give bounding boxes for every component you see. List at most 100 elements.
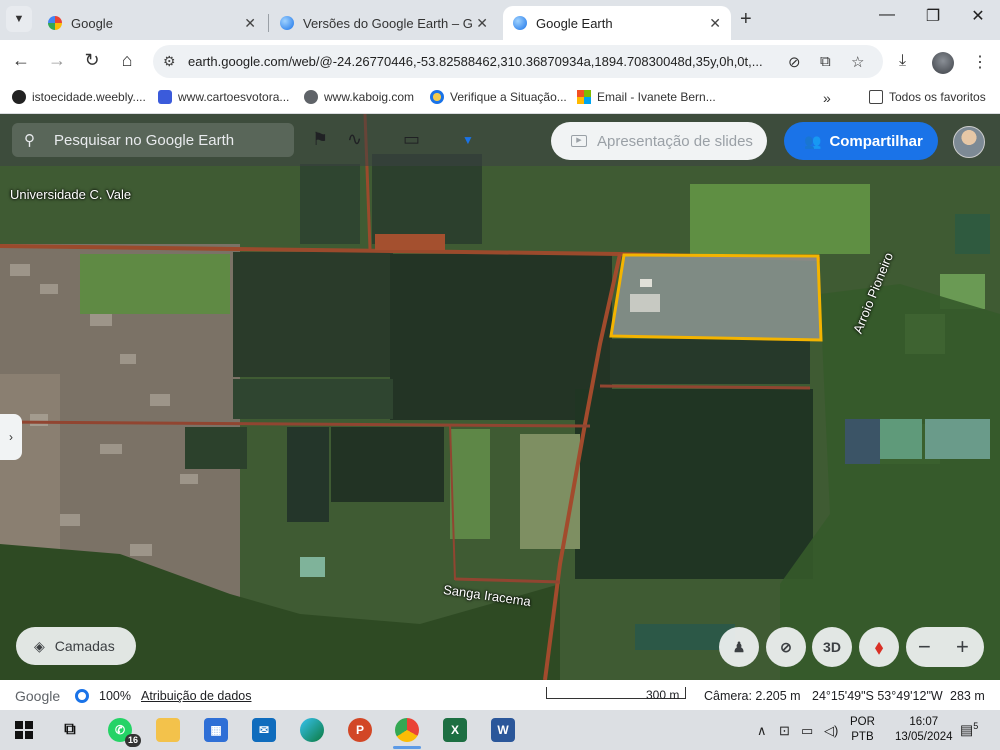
loading-ring-icon (75, 689, 89, 703)
task-view-button[interactable]: ⧉ (58, 718, 82, 742)
tray-chevron-icon[interactable]: ∧ (757, 723, 767, 739)
bookmark-item[interactable]: www.kaboig.com (304, 90, 414, 104)
earth-search-input[interactable]: ⚲ Pesquisar no Google Earth (12, 123, 294, 157)
close-icon[interactable]: ✕ (709, 15, 721, 32)
path-icon[interactable]: ∿ (347, 129, 362, 150)
minimize-button[interactable]: — (864, 6, 910, 24)
site-info-icon[interactable]: ⚙ (163, 53, 176, 70)
powerpoint-app[interactable]: P (348, 718, 372, 742)
all-bookmarks-label: Todos os favoritos (889, 90, 986, 104)
placemark-icon[interactable]: ⚑ (312, 129, 328, 150)
chevron-down-icon[interactable]: ▼ (462, 133, 474, 147)
bookmark-star-icon[interactable]: ☆ (851, 53, 864, 71)
all-bookmarks-button[interactable]: Todos os favoritos (869, 90, 986, 104)
weebly-icon (12, 90, 26, 104)
bookmark-item[interactable]: Verifique a Situação... (430, 90, 567, 104)
scale-label: 300 m (646, 688, 680, 702)
microsoft-icon (577, 90, 591, 104)
network-icon[interactable]: ▭ (801, 723, 813, 739)
active-app-indicator (393, 746, 421, 749)
bookmark-item[interactable]: www.cartoesvotora... (158, 90, 289, 104)
address-bar[interactable]: ⚙ earth.google.com/web/@-24.26770446,-53… (153, 45, 883, 78)
compass-off-icon: ⊘ (780, 638, 792, 655)
windows-taskbar: ⧉ ✆ 16 ▦ ✉ P X W ∧ ⊡ ▭ ◁) POR PTB 16:07 1… (0, 710, 1000, 750)
reload-button[interactable]: ↻ (80, 50, 104, 71)
volume-icon[interactable]: ◁) (824, 723, 838, 739)
slideshow-label: Apresentação de slides (597, 132, 753, 150)
forward-button[interactable]: → (45, 50, 69, 71)
bookmarks-bar: istoecidade.weebly.... www.cartoesvotora… (0, 84, 1000, 114)
word-app[interactable]: W (491, 718, 515, 742)
zoom-out-button[interactable]: − (918, 634, 931, 660)
excel-app[interactable]: X (443, 718, 467, 742)
ground-altitude: 283 m (950, 689, 985, 703)
compass-icon: ⬧ (874, 636, 884, 657)
load-percentage: 100% (99, 689, 131, 703)
user-avatar[interactable] (953, 126, 985, 158)
eye-off-icon[interactable]: ⊘ (788, 53, 801, 71)
screen: ▼ Google ✕ Versões do Google Earth – Goo… (0, 0, 1000, 750)
map-label-university[interactable]: Universidade C. Vale (10, 187, 131, 202)
browser-toolbar: ← → ↻ ⌂ ⚙ earth.google.com/web/@-24.2677… (0, 40, 1000, 84)
vpn-icon[interactable]: ⊡ (779, 723, 790, 739)
install-app-icon[interactable]: ⧉ (820, 53, 831, 70)
notification-count: 5 (973, 721, 979, 731)
reset-view-button[interactable]: ⊘ (766, 627, 806, 667)
tab-google[interactable]: Google ✕ (38, 6, 266, 40)
profile-avatar[interactable] (932, 52, 954, 74)
globe-icon (304, 90, 318, 104)
pegman-button[interactable]: ♟ (719, 627, 759, 667)
zoom-in-button[interactable]: + (956, 634, 969, 660)
tab-title: Versões do Google Earth – Goo (303, 15, 473, 31)
mail-app[interactable]: ✉ (252, 718, 276, 742)
notification-icon: ▤ (960, 721, 974, 738)
ruler-icon[interactable]: ▭ (403, 129, 420, 150)
play-icon: ▶ (571, 135, 587, 147)
tab-strip: ▼ Google ✕ Versões do Google Earth – Goo… (0, 0, 1000, 40)
search-placeholder: Pesquisar no Google Earth (54, 132, 235, 149)
bookmark-label: Verifique a Situação... (450, 90, 567, 104)
notifications-button[interactable]: ▤5 (960, 721, 978, 739)
tab-earth-versions[interactable]: Versões do Google Earth – Goo ✕ (270, 6, 498, 40)
layers-button[interactable]: ◈ Camadas (16, 627, 136, 665)
download-icon[interactable]: ⤓ (899, 52, 906, 70)
language-indicator[interactable]: POR PTB (850, 715, 875, 745)
bookmarks-overflow-button[interactable]: » (823, 90, 831, 106)
3d-toggle-button[interactable]: 3D (812, 627, 852, 667)
windows-start-button[interactable] (12, 718, 36, 742)
slideshow-button[interactable]: ▶ Apresentação de slides (551, 122, 767, 160)
tab-google-earth[interactable]: Google Earth ✕ (503, 6, 731, 40)
share-label: Compartilhar (829, 132, 923, 150)
bookmark-label: Email - Ivanete Bern... (597, 90, 716, 104)
bookmark-item[interactable]: Email - Ivanete Bern... (577, 90, 716, 104)
window-close-button[interactable]: ✕ (955, 6, 1000, 26)
file-explorer-app[interactable] (156, 718, 180, 742)
chrome-app[interactable] (395, 718, 419, 742)
search-icon: ⚲ (24, 132, 35, 149)
bookmark-item[interactable]: istoecidade.weebly.... (12, 90, 146, 104)
new-tab-button[interactable]: + (740, 8, 752, 31)
url-text[interactable]: earth.google.com/web/@-24.26770446,-53.8… (188, 54, 778, 69)
zoom-control: − + (906, 627, 984, 667)
back-button[interactable]: ← (9, 50, 33, 71)
whatsapp-app[interactable]: ✆ 16 (108, 718, 141, 747)
data-attribution-link[interactable]: Atribuição de dados (141, 689, 252, 703)
close-icon[interactable]: ✕ (476, 15, 488, 32)
tab-search-button[interactable]: ▼ (6, 6, 32, 32)
google-logo: Google (15, 688, 61, 704)
edge-app[interactable] (300, 718, 324, 742)
earth-icon (280, 16, 294, 30)
menu-dots-icon[interactable]: ⋮ (972, 52, 988, 72)
clock-date: 13/05/2024 (895, 731, 953, 743)
home-button[interactable]: ⌂ (115, 50, 139, 71)
tab-title: Google (71, 15, 113, 31)
system-clock[interactable]: 16:07 13/05/2024 (895, 715, 953, 745)
close-icon[interactable]: ✕ (244, 15, 256, 32)
earth-icon (513, 16, 527, 30)
side-panel-toggle[interactable]: › (0, 414, 22, 460)
restore-button[interactable]: ❐ (910, 6, 956, 26)
compass-button[interactable]: ⬧ (859, 627, 899, 667)
microsoft-store-app[interactable]: ▦ (204, 718, 228, 742)
share-button[interactable]: 👥 Compartilhar (784, 122, 938, 160)
bookmark-label: www.kaboig.com (324, 90, 415, 104)
